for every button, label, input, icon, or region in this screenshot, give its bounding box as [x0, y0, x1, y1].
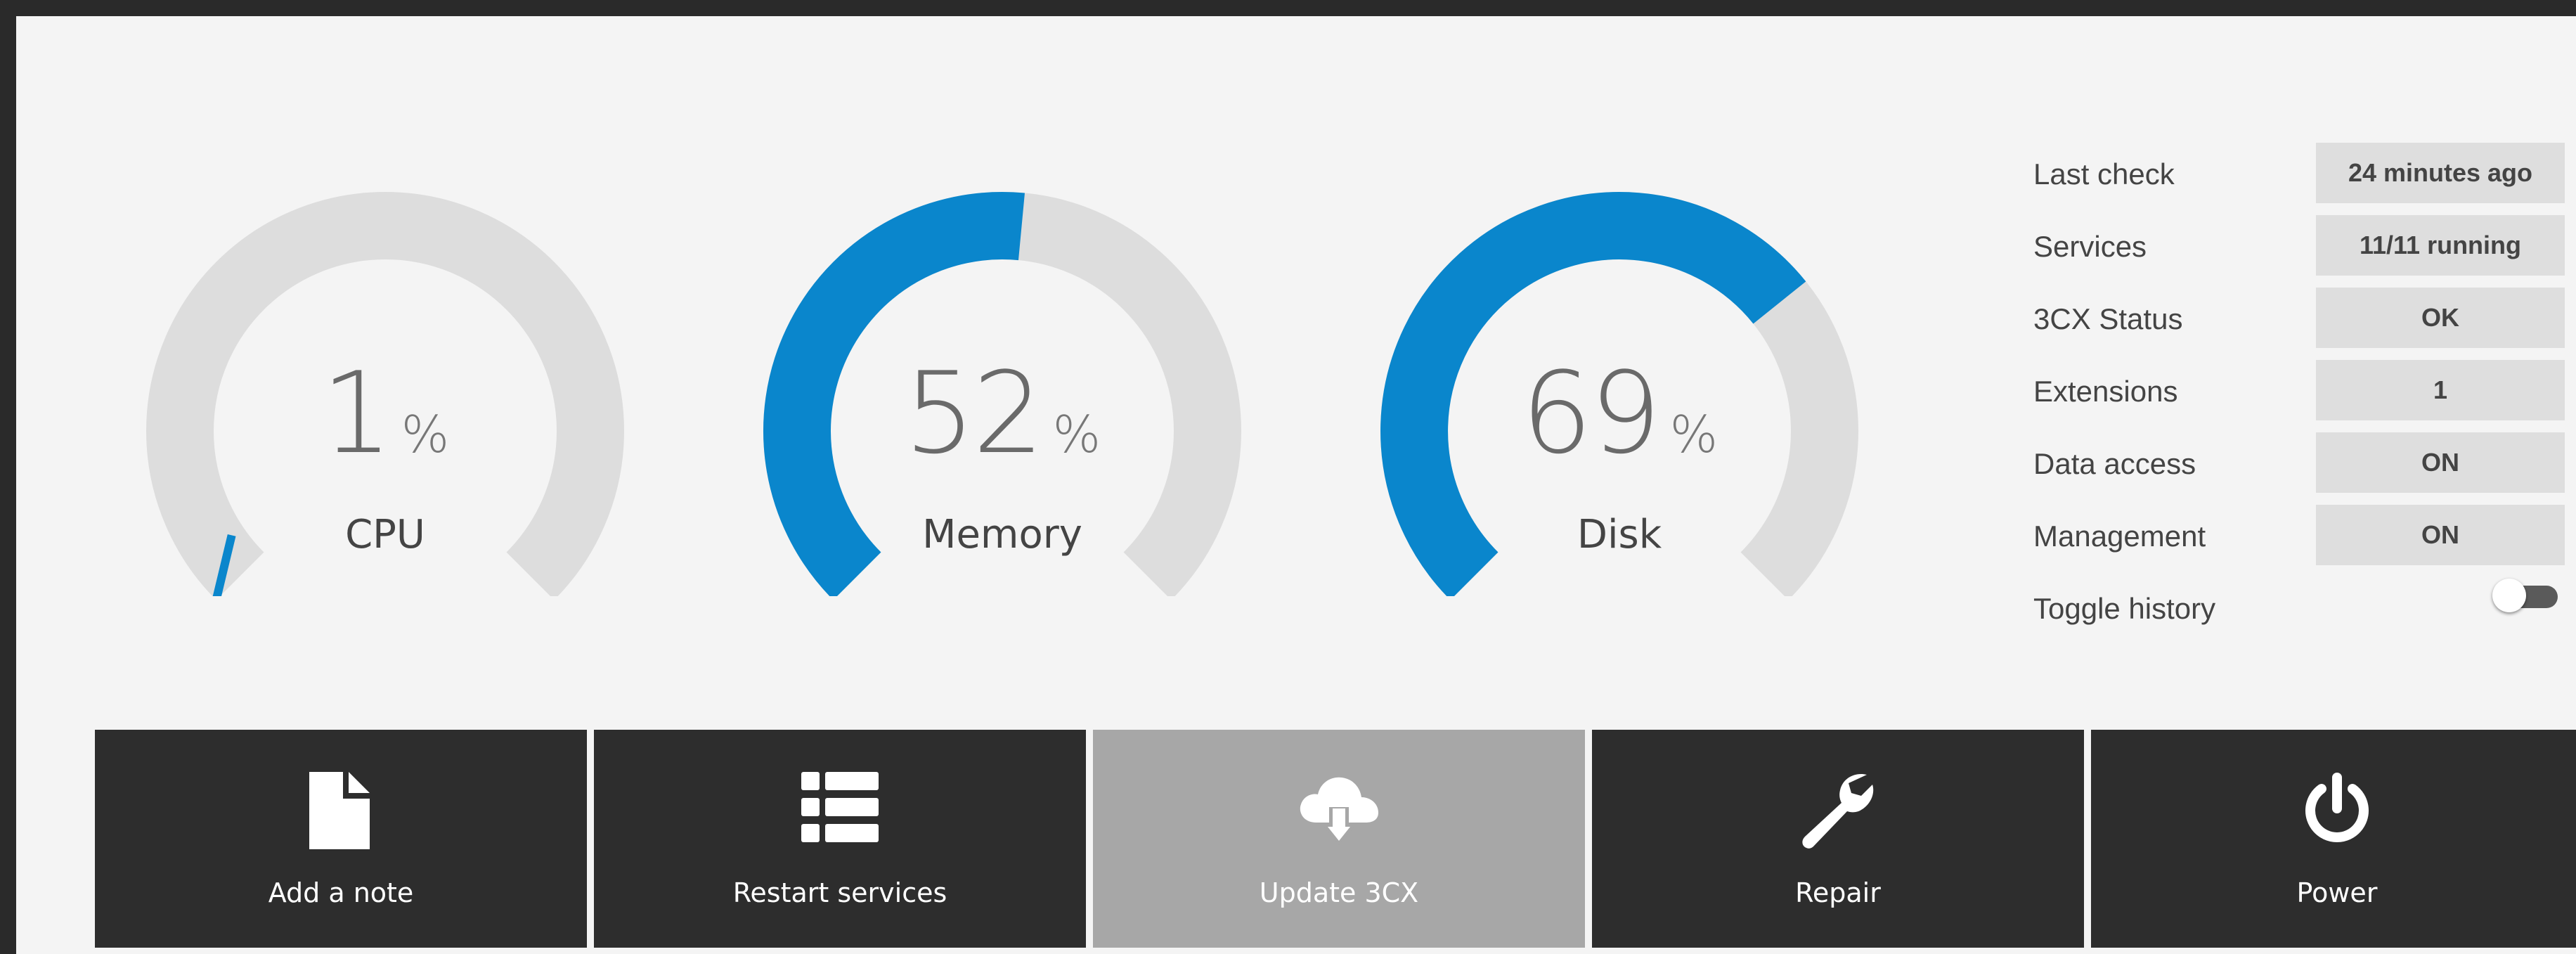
info-label: Services: [2033, 230, 2147, 263]
cpu-value: 1%: [115, 357, 656, 470]
update-3cx-label: Update 3CX: [1259, 877, 1419, 908]
power-icon: [2091, 772, 2576, 849]
3cx-status-badge: OK: [2316, 288, 2565, 348]
cpu-value-number: 1: [321, 347, 393, 479]
power-label: Power: [2296, 877, 2378, 908]
disk-value-number: 69: [1520, 347, 1662, 479]
list-icon: [594, 772, 1086, 849]
add-note-label: Add a note: [268, 877, 414, 908]
info-label: Last check: [2033, 157, 2175, 191]
cpu-value-unit: %: [401, 405, 450, 464]
disk-gauge: 69% Disk: [1349, 160, 1890, 596]
repair-label: Repair: [1795, 877, 1881, 908]
info-row-3cx-status: 3CX Status OK: [2033, 288, 2575, 351]
info-row-extensions: Extensions 1: [2033, 360, 2575, 423]
restart-services-button[interactable]: Restart services: [594, 730, 1086, 948]
add-note-button[interactable]: Add a note: [95, 730, 587, 948]
management-badge: ON: [2316, 505, 2565, 565]
memory-label: Memory: [922, 512, 1082, 557]
cloud-download-icon: [1093, 772, 1585, 849]
info-label: 3CX Status: [2033, 302, 2183, 335]
last-check-badge: 24 minutes ago: [2316, 143, 2565, 203]
info-row-management: Management ON: [2033, 505, 2575, 568]
disk-value: 69%: [1349, 357, 1890, 470]
memory-value: 52%: [732, 357, 1273, 470]
info-row-data-access: Data access ON: [2033, 432, 2575, 496]
services-badge: 11/11 running: [2316, 215, 2565, 276]
wrench-icon: [1592, 772, 2084, 849]
info-row-last-check: Last check 24 minutes ago: [2033, 143, 2575, 206]
info-label: Data access: [2033, 447, 2196, 480]
data-access-badge: ON: [2316, 432, 2565, 493]
cpu-gauge: 1% CPU: [115, 160, 656, 596]
extensions-badge: 1: [2316, 360, 2565, 420]
memory-gauge: 52% Memory: [732, 160, 1273, 596]
power-button[interactable]: Power: [2091, 730, 2576, 948]
restart-services-label: Restart services: [732, 877, 947, 908]
memory-value-number: 52: [903, 347, 1044, 479]
info-row-services: Services 11/11 running: [2033, 215, 2575, 278]
disk-label: Disk: [1577, 512, 1662, 557]
repair-button[interactable]: Repair: [1592, 730, 2084, 948]
toggle-history-label: Toggle history: [2033, 592, 2216, 625]
action-bar: Add a note Restart services Update 3CX R…: [95, 730, 2576, 948]
dashboard-panel: 1% CPU 52% Memory 69% Disk Last check 24…: [16, 16, 2576, 954]
disk-value-unit: %: [1669, 405, 1718, 464]
info-label: Extensions: [2033, 375, 2178, 408]
toggle-knob: [2492, 579, 2526, 612]
memory-value-unit: %: [1052, 405, 1101, 464]
toggle-history-switch[interactable]: [2492, 579, 2558, 614]
info-label: Management: [2033, 520, 2206, 553]
update-3cx-button[interactable]: Update 3CX: [1093, 730, 1585, 948]
cpu-label: CPU: [345, 512, 425, 557]
file-icon: [95, 772, 587, 849]
